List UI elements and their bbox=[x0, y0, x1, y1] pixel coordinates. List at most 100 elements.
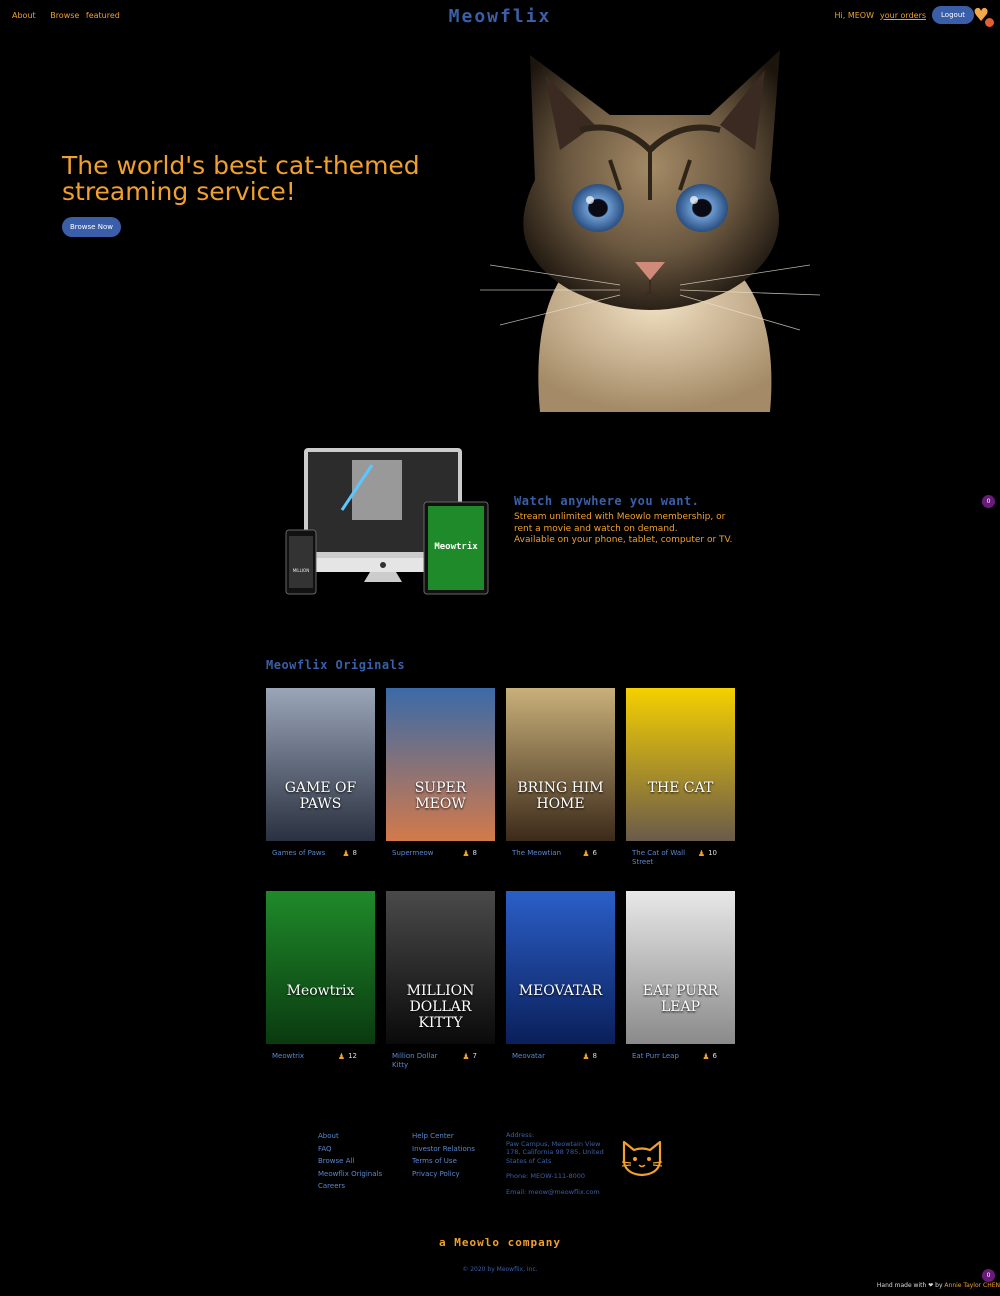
movie-title[interactable]: Eat Purr Leap bbox=[632, 1052, 679, 1061]
poster-image[interactable]: SUPER MEOW bbox=[386, 688, 495, 841]
card-meta: The Meowtian ♟ 6 bbox=[506, 849, 615, 858]
poster-title: THE CAT bbox=[647, 780, 714, 796]
author-link[interactable]: Annie Taylor CHEN bbox=[944, 1282, 1000, 1289]
footer-link-faq[interactable]: FAQ bbox=[318, 1143, 382, 1156]
poster-title: MEOVATAR bbox=[518, 983, 603, 999]
vote-count[interactable]: ♟ 7 bbox=[462, 1052, 477, 1070]
card-meta: Meovatar ♟ 8 bbox=[506, 1052, 615, 1061]
cat-paw-icon: ♟ bbox=[582, 1052, 590, 1061]
company-tagline: a Meowlo company bbox=[439, 1236, 561, 1249]
vote-count[interactable]: ♟ 8 bbox=[462, 849, 477, 858]
original-card[interactable]: SUPER MEOW Supermeow ♟ 8 bbox=[386, 688, 495, 858]
vote-count[interactable]: ♟ 12 bbox=[338, 1052, 357, 1061]
svg-text:Meowtrix: Meowtrix bbox=[434, 541, 478, 552]
vote-count[interactable]: ♟ 8 bbox=[582, 1052, 597, 1061]
copyright: © 2020 by Meowflix, Inc. bbox=[462, 1266, 538, 1273]
footer-link-terms[interactable]: Terms of Use bbox=[412, 1155, 475, 1168]
poster-image[interactable]: BRING HIM HOME bbox=[506, 688, 615, 841]
original-card[interactable]: THE CAT The Cat of Wall Street ♟ 10 bbox=[626, 688, 735, 867]
cat-face-icon bbox=[621, 1140, 663, 1177]
footer-link-browse-all[interactable]: Browse All bbox=[318, 1155, 382, 1168]
original-card[interactable]: EAT PURR LEAP Eat Purr Leap ♟ 6 bbox=[626, 891, 735, 1061]
hero-title: The world's best cat-themed streaming se… bbox=[62, 151, 420, 206]
card-meta: Supermeow ♟ 8 bbox=[386, 849, 495, 858]
original-card[interactable]: Meowtrix Meowtrix ♟ 12 bbox=[266, 891, 375, 1061]
card-meta: Eat Purr Leap ♟ 6 bbox=[626, 1052, 735, 1061]
poster-image[interactable]: MEOVATAR bbox=[506, 891, 615, 1044]
devices-illustration: MILLION Meowtrix bbox=[285, 448, 489, 595]
cat-paw-icon: ♟ bbox=[702, 1052, 710, 1061]
vote-number: 6 bbox=[592, 849, 597, 857]
footer-link-investors[interactable]: Investor Relations bbox=[412, 1143, 475, 1156]
side-count-badge[interactable]: 0 bbox=[982, 495, 995, 508]
poster-title: SUPER MEOW bbox=[414, 780, 467, 812]
poster-image[interactable]: EAT PURR LEAP bbox=[626, 891, 735, 1044]
vote-number: 12 bbox=[348, 1052, 357, 1060]
poster-image[interactable]: Meowtrix bbox=[266, 891, 375, 1044]
movie-title[interactable]: The Meowtian bbox=[512, 849, 561, 858]
original-card[interactable]: BRING HIM HOME The Meowtian ♟ 6 bbox=[506, 688, 615, 858]
watch-anywhere-title: Watch anywhere you want. bbox=[514, 494, 700, 508]
cat-paw-icon: ♟ bbox=[697, 849, 706, 858]
poster-title: Meowtrix bbox=[286, 983, 355, 999]
poster-image[interactable]: GAME OF PAWS bbox=[266, 688, 375, 841]
card-meta: Meowtrix ♟ 12 bbox=[266, 1052, 375, 1061]
poster-image[interactable]: MILLION DOLLAR KITTY bbox=[386, 891, 495, 1044]
watch-anywhere-text: Stream unlimited with Meowlo membership,… bbox=[514, 512, 744, 547]
poster-title: GAME OF PAWS bbox=[284, 780, 357, 812]
email-text: Email: meow@meowflix.com bbox=[506, 1187, 600, 1196]
cat-paw-icon: ♟ bbox=[462, 1052, 470, 1061]
vote-number: 6 bbox=[712, 1052, 717, 1060]
cat-paw-icon: ♟ bbox=[582, 849, 590, 858]
address-text: Paw Campus, Meowtain View 178, Californi… bbox=[506, 1139, 604, 1165]
cat-paw-icon: ♟ bbox=[462, 849, 470, 858]
vote-number: 8 bbox=[592, 1052, 597, 1060]
movie-title[interactable]: Meowtrix bbox=[272, 1052, 304, 1061]
handmade-credit: Hand made with ❤ by Annie Taylor CHEN bbox=[877, 1282, 1000, 1289]
phone-text: Phone: MEOW-111-8000 bbox=[506, 1172, 586, 1180]
hero-cat-image bbox=[480, 50, 821, 412]
vote-count[interactable]: ♟ 8 bbox=[342, 849, 357, 858]
vote-number: 7 bbox=[472, 1052, 477, 1060]
cat-paw-icon: ♟ bbox=[337, 1052, 346, 1061]
movie-title[interactable]: Meovatar bbox=[512, 1052, 545, 1061]
movie-title[interactable]: Supermeow bbox=[392, 849, 434, 858]
footer-contact: Address: Paw Campus, Meowtain View 178, … bbox=[506, 1131, 616, 1196]
logout-button[interactable]: Logout bbox=[932, 6, 974, 24]
originals-title: Meowflix Originals bbox=[266, 658, 406, 672]
footer-link-about[interactable]: About bbox=[318, 1130, 382, 1143]
original-card[interactable]: MILLION DOLLAR KITTY Million Dollar Kitty… bbox=[386, 891, 495, 1070]
bottom-count-badge[interactable]: 0 bbox=[982, 1269, 995, 1282]
notification-dot bbox=[985, 18, 994, 27]
vote-count[interactable]: ♟ 6 bbox=[702, 1052, 717, 1061]
handmade-text: Hand made with ❤ by bbox=[876, 1282, 943, 1289]
movie-title[interactable]: The Cat of Wall Street bbox=[632, 849, 694, 867]
svg-text:MILLION: MILLION bbox=[293, 568, 309, 573]
footer-links-col-2: Help Center Investor Relations Terms of … bbox=[412, 1130, 475, 1180]
card-meta: Games of Paws ♟ 8 bbox=[266, 849, 375, 858]
original-card[interactable]: MEOVATAR Meovatar ♟ 8 bbox=[506, 891, 615, 1061]
user-greeting: Hi, MEOW bbox=[834, 10, 875, 20]
address-label: Address: bbox=[506, 1131, 535, 1139]
footer-link-originals[interactable]: Meowflix Originals bbox=[318, 1168, 382, 1181]
card-meta: Million Dollar Kitty ♟ 7 bbox=[386, 1052, 495, 1070]
your-orders-link[interactable]: your orders bbox=[880, 11, 926, 20]
original-card[interactable]: GAME OF PAWS Games of Paws ♟ 8 bbox=[266, 688, 375, 858]
browse-now-button[interactable]: Browse Now bbox=[62, 217, 121, 237]
footer-link-help[interactable]: Help Center bbox=[412, 1130, 475, 1143]
poster-title: BRING HIM HOME bbox=[517, 780, 604, 812]
vote-count[interactable]: ♟ 6 bbox=[582, 849, 597, 858]
cat-paw-icon: ♟ bbox=[342, 849, 350, 858]
footer-link-careers[interactable]: Careers bbox=[318, 1180, 382, 1193]
poster-title: EAT PURR LEAP bbox=[642, 983, 719, 1015]
favorites-button[interactable]: ♥ bbox=[973, 6, 995, 28]
poster-image[interactable]: THE CAT bbox=[626, 688, 735, 841]
vote-number: 8 bbox=[352, 849, 357, 857]
watch-anywhere-line-1: Stream unlimited with Meowlo membership,… bbox=[514, 512, 726, 534]
footer-links-col-1: About FAQ Browse All Meowflix Originals … bbox=[318, 1130, 382, 1193]
movie-title[interactable]: Games of Paws bbox=[272, 849, 325, 858]
footer-link-privacy[interactable]: Privacy Policy bbox=[412, 1168, 475, 1181]
vote-count[interactable]: ♟ 10 bbox=[698, 849, 717, 867]
movie-title[interactable]: Million Dollar Kitty bbox=[392, 1052, 454, 1070]
card-meta: The Cat of Wall Street ♟ 10 bbox=[626, 849, 735, 867]
